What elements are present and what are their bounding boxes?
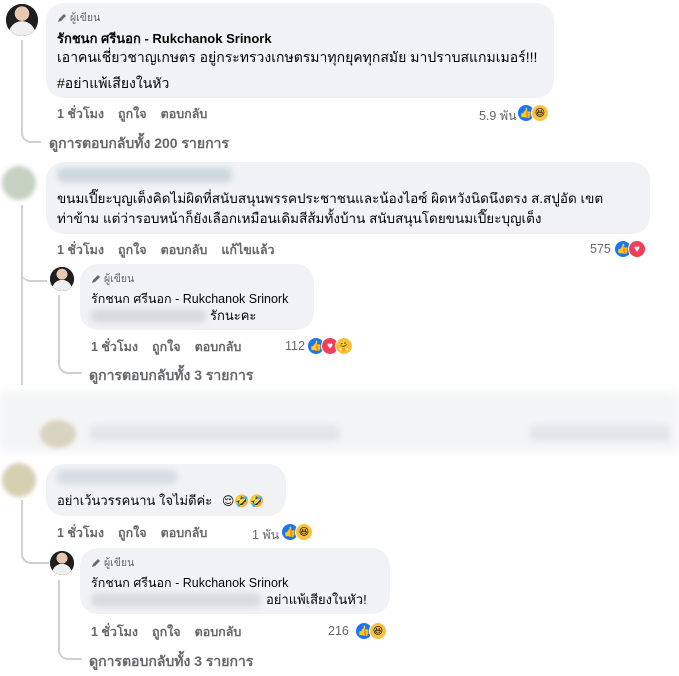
comment-actions: 1 ชั่วโมง ถูกใจ ตอบกลับ [57, 104, 207, 124]
reply-author-name[interactable]: รักชนก ศรีนอก - Rukchanok Srinork [91, 289, 288, 309]
pen-icon [92, 274, 100, 283]
blurred-avatar [40, 420, 76, 448]
author-badge: ผู้เขียน [91, 270, 134, 287]
thread-connector [21, 540, 49, 564]
comment-author-name[interactable]: รักชนก ศรีนอก - Rukchanok Srinork [57, 28, 272, 49]
thread-connector [21, 500, 23, 540]
author-badge: ผู้เขียน [57, 9, 100, 26]
reaction-icons[interactable]: 👍 😆 [517, 104, 549, 122]
commenter-name-blurred [57, 470, 177, 484]
reply-link[interactable]: ตอบกลับ [161, 240, 208, 260]
reply-link[interactable]: ตอบกลับ [161, 104, 208, 124]
reply-link[interactable]: ตอบกลับ [195, 337, 242, 357]
comment-text-line: ขนมเปี๊ยะบุญเต็งคิดไม่ผิดที่สนับสนุนพรรค… [57, 191, 604, 206]
like-link[interactable]: ถูกใจ [118, 523, 147, 543]
comment-text-line: เอาคนเชี่ยวชาญเกษตร อยู่กระทรวงเกษตรมาทุ… [57, 49, 538, 65]
like-link[interactable]: ถูกใจ [152, 337, 181, 357]
comment-text: อย่าเว้นวรรคนาน ใจไม่ดีค่ะ 😌🤣🤣 [57, 492, 264, 510]
reply-text: รักนะคะ [210, 308, 257, 323]
reply-author-name[interactable]: รักชนก ศรีนอก - Rukchanok Srinork [91, 573, 288, 593]
comment-actions: 1 ชั่วโมง ถูกใจ ตอบกลับ แก้ไขแล้ว [57, 240, 275, 260]
comment-actions: 1 ชั่วโมง ถูกใจ ตอบกลับ [57, 523, 207, 543]
comment-time[interactable]: 1 ชั่วโมง [57, 523, 104, 543]
emoji-group: 😌🤣🤣 [221, 494, 265, 508]
pen-icon [58, 13, 66, 22]
comment-hashtag[interactable]: #อย่าแพ้เสียงในหัว [57, 74, 169, 92]
like-link[interactable]: ถูกใจ [152, 622, 181, 642]
reaction-icons[interactable]: 👍 😆 [355, 622, 387, 640]
commenter-avatar[interactable] [2, 166, 36, 200]
reply-actions: 1 ชั่วโมง ถูกใจ ตอบกลับ [91, 622, 241, 642]
edited-label[interactable]: แก้ไขแล้ว [221, 240, 274, 260]
haha-reaction-icon: 😆 [531, 104, 549, 122]
author-badge-label: ผู้เขียน [104, 557, 135, 569]
reply-time[interactable]: 1 ชั่วโมง [91, 337, 138, 357]
thread-connector [58, 580, 82, 660]
reaction-icons[interactable]: 👍 ♥ 🤗 [307, 337, 353, 355]
thread-connector [21, 258, 47, 282]
reply-actions: 1 ชั่วโมง ถูกใจ ตอบกลับ [91, 337, 241, 357]
comment-time[interactable]: 1 ชั่วโมง [57, 240, 104, 260]
mentioned-name-blurred [91, 309, 206, 323]
reaction-count[interactable]: 5.9 พัน [479, 106, 517, 126]
reaction-count[interactable]: 216 [328, 624, 349, 638]
reaction-icons[interactable]: 👍 ♥ [614, 240, 646, 258]
blurred-comment-area [0, 392, 679, 452]
reaction-count[interactable]: 575 [590, 242, 611, 256]
thread-connector [58, 295, 82, 374]
love-reaction-icon: ♥ [628, 240, 646, 258]
commenter-name-blurred [57, 168, 232, 182]
view-replies-link[interactable]: ดูการตอบกลับทั้ง 3 รายการ [89, 651, 253, 673]
comment-time[interactable]: 1 ชั่วโมง [57, 104, 104, 124]
haha-reaction-icon: 😆 [369, 622, 387, 640]
reaction-count[interactable]: 1 พัน [252, 525, 279, 545]
view-replies-link[interactable]: ดูการตอบกลับทั้ง 200 รายการ [49, 133, 229, 155]
care-reaction-icon: 🤗 [335, 337, 353, 355]
blurred-text [90, 425, 340, 441]
haha-reaction-icon: 😆 [295, 523, 313, 541]
thread-connector [21, 40, 41, 143]
author-badge: ผู้เขียน [91, 554, 134, 571]
pen-icon [92, 558, 100, 567]
like-link[interactable]: ถูกใจ [118, 240, 147, 260]
reaction-count[interactable]: 112 [285, 339, 305, 353]
blurred-text [530, 425, 670, 441]
view-replies-link[interactable]: ดูการตอบกลับทั้ง 3 รายการ [89, 365, 253, 387]
reply-link[interactable]: ตอบกลับ [161, 523, 208, 543]
reply-time[interactable]: 1 ชั่วโมง [91, 622, 138, 642]
comment-text-body: อย่าเว้นวรรคนาน ใจไม่ดีค่ะ [57, 493, 213, 508]
mentioned-name-blurred [91, 593, 261, 607]
comment-text-line: ท่าข้าม แต่ว่ารอบหน้าก็ยังเลือกเหมือนเดิ… [57, 211, 542, 226]
author-avatar[interactable] [50, 551, 74, 575]
commenter-avatar[interactable] [2, 463, 36, 497]
thread-connector [21, 205, 23, 385]
reply-text: อย่าแพ้เสียงในหัว! [266, 592, 367, 607]
author-badge-label: ผู้เขียน [104, 273, 135, 285]
author-avatar[interactable] [6, 4, 38, 36]
like-link[interactable]: ถูกใจ [118, 104, 147, 124]
author-badge-label: ผู้เขียน [70, 12, 101, 24]
author-avatar[interactable] [50, 267, 74, 291]
reply-link[interactable]: ตอบกลับ [195, 622, 242, 642]
reaction-icons[interactable]: 👍 😆 [281, 523, 313, 541]
